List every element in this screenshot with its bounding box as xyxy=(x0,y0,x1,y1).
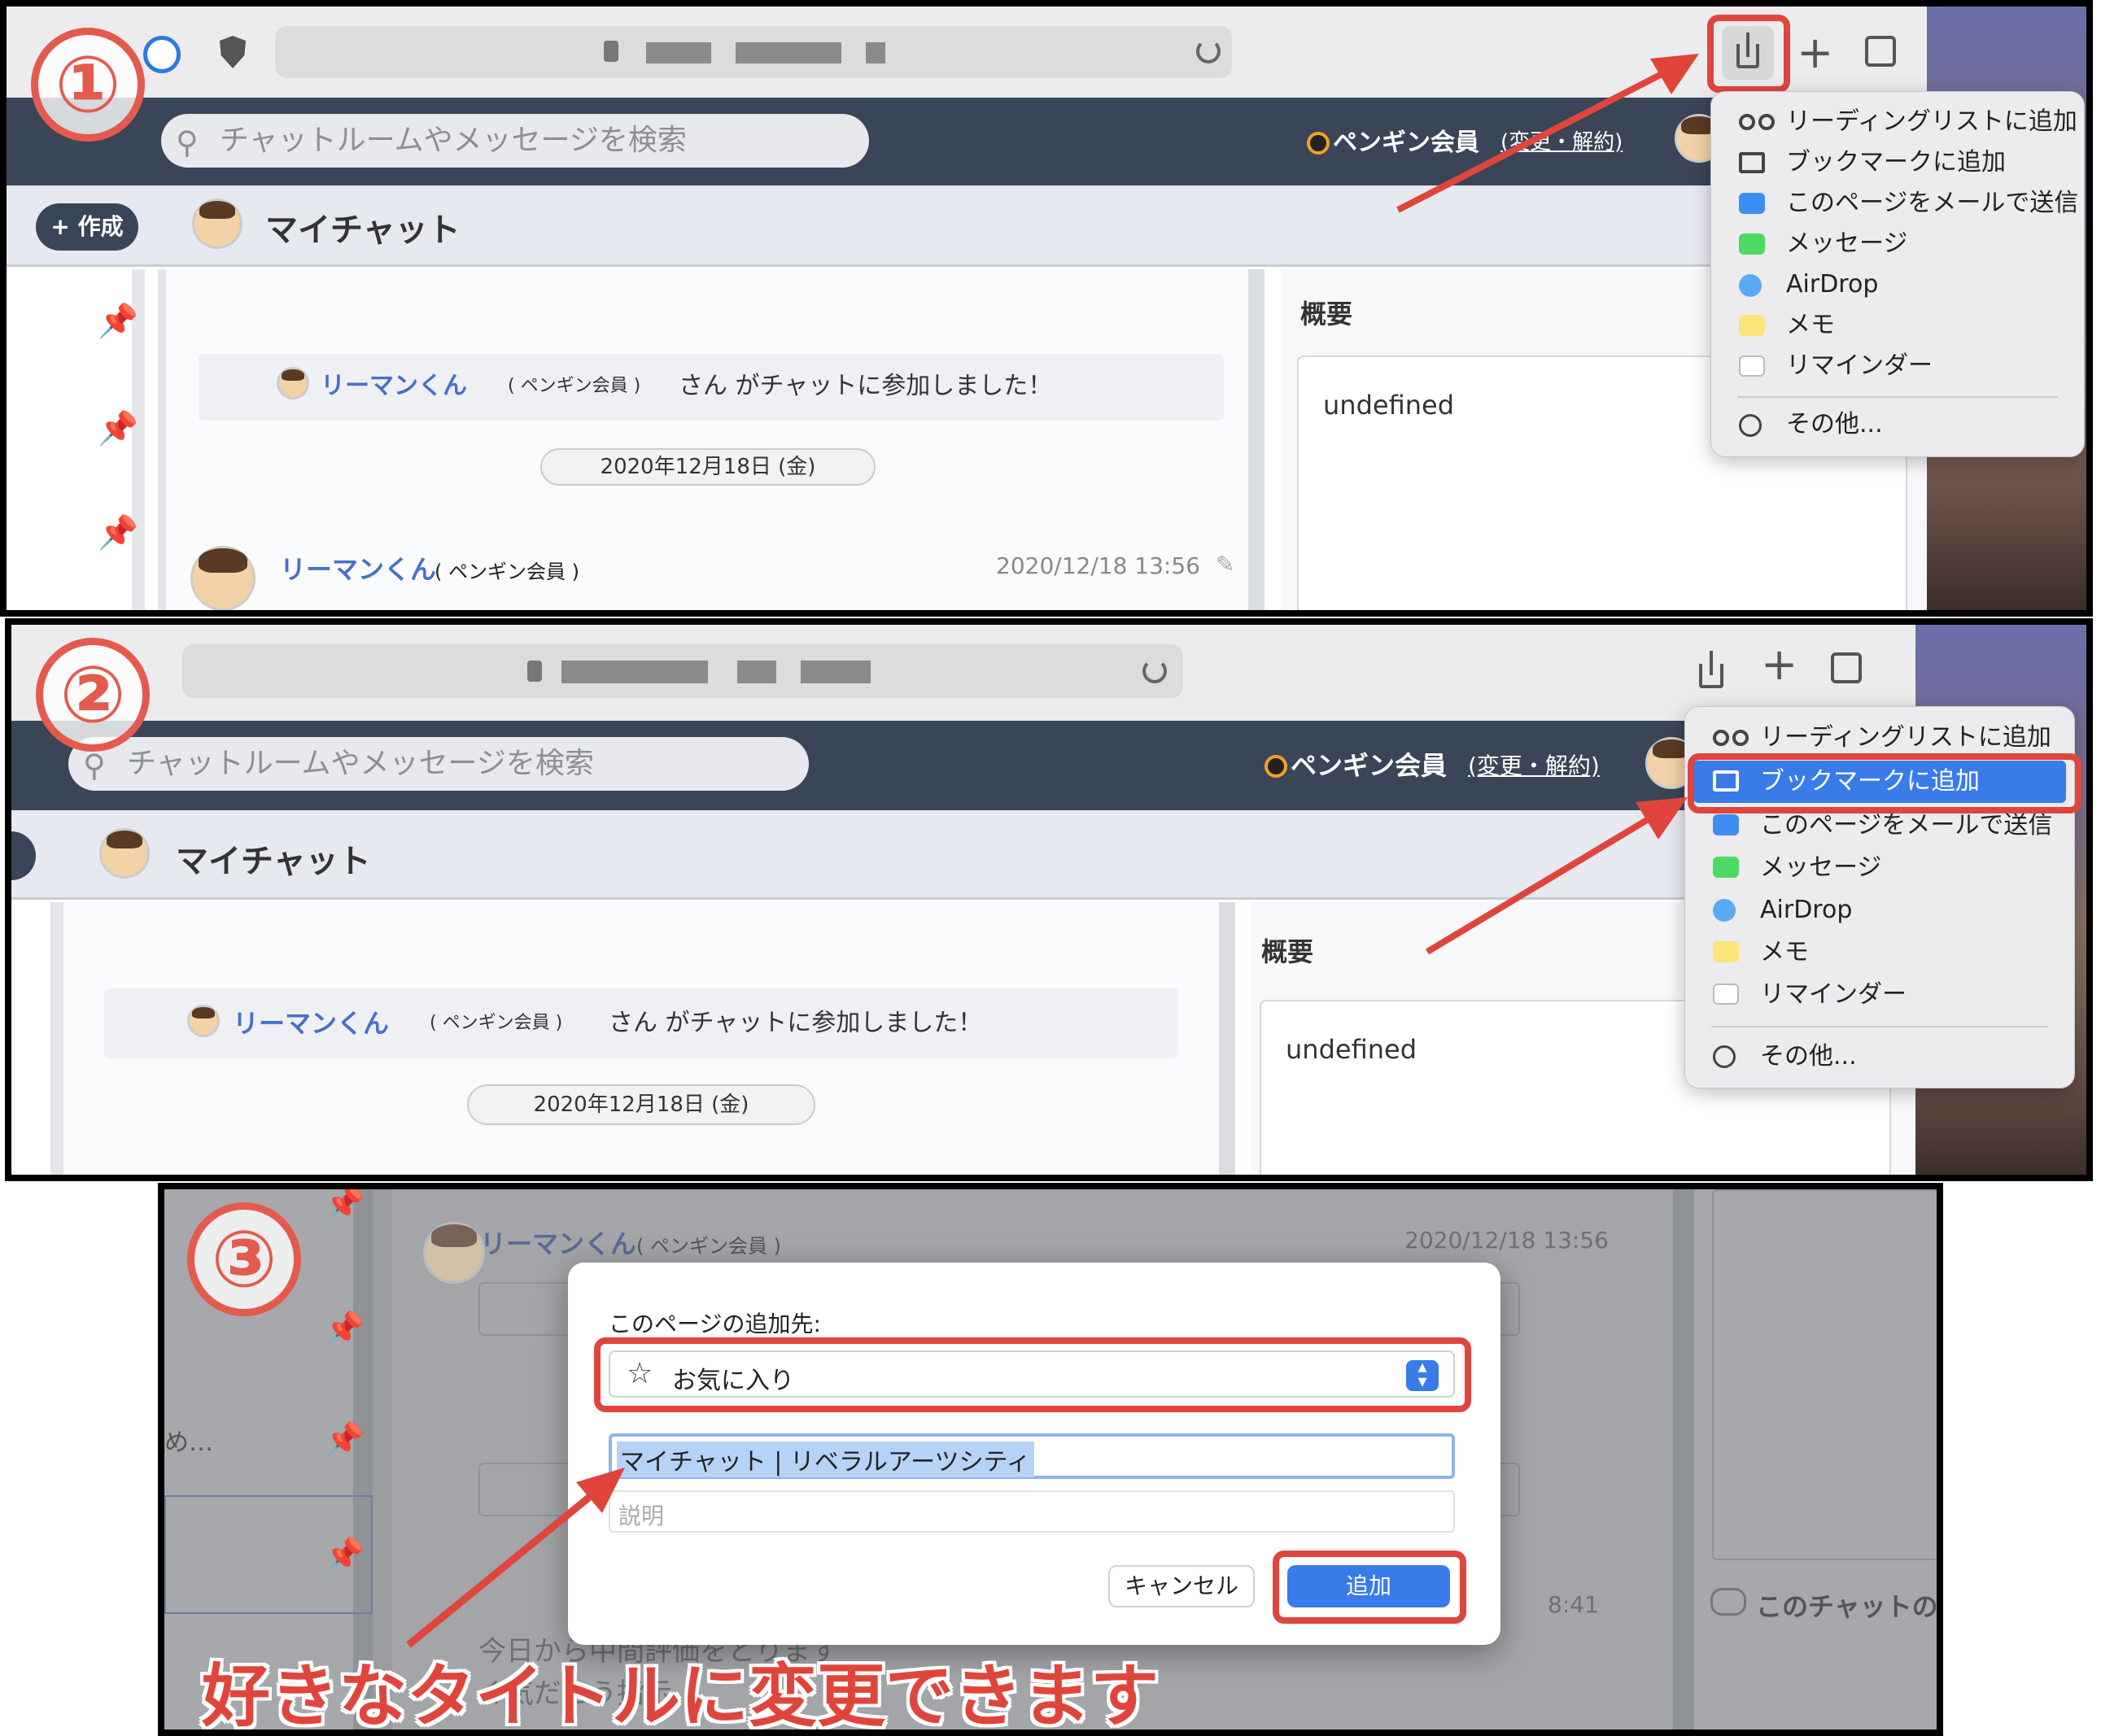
step-marker-2: ② xyxy=(36,638,150,752)
step-marker-1: ① xyxy=(31,28,145,142)
panel-step-1: + ⚲ チャットルームやメッセージを検索 ペンギン会員 (変更・解約) + 作成… xyxy=(0,0,2093,617)
panel-step-2: + ⚲ チャットルームやメッセージを検索 ペンギン会員 (変更・解約) マイチャ… xyxy=(5,618,2093,1181)
callout-text: 好きなタイトルに変更できます xyxy=(202,1656,1160,1736)
arrow-annotation-2 xyxy=(1425,797,1688,955)
panel-step-3: 📌 📌 め… 📌 📌 リーマンくん ( ペンギン会員 ) 2020/12/18 … xyxy=(158,1183,1943,1736)
step-marker-3: ③ xyxy=(187,1202,301,1316)
arrow-annotation-1 xyxy=(1396,54,1699,213)
